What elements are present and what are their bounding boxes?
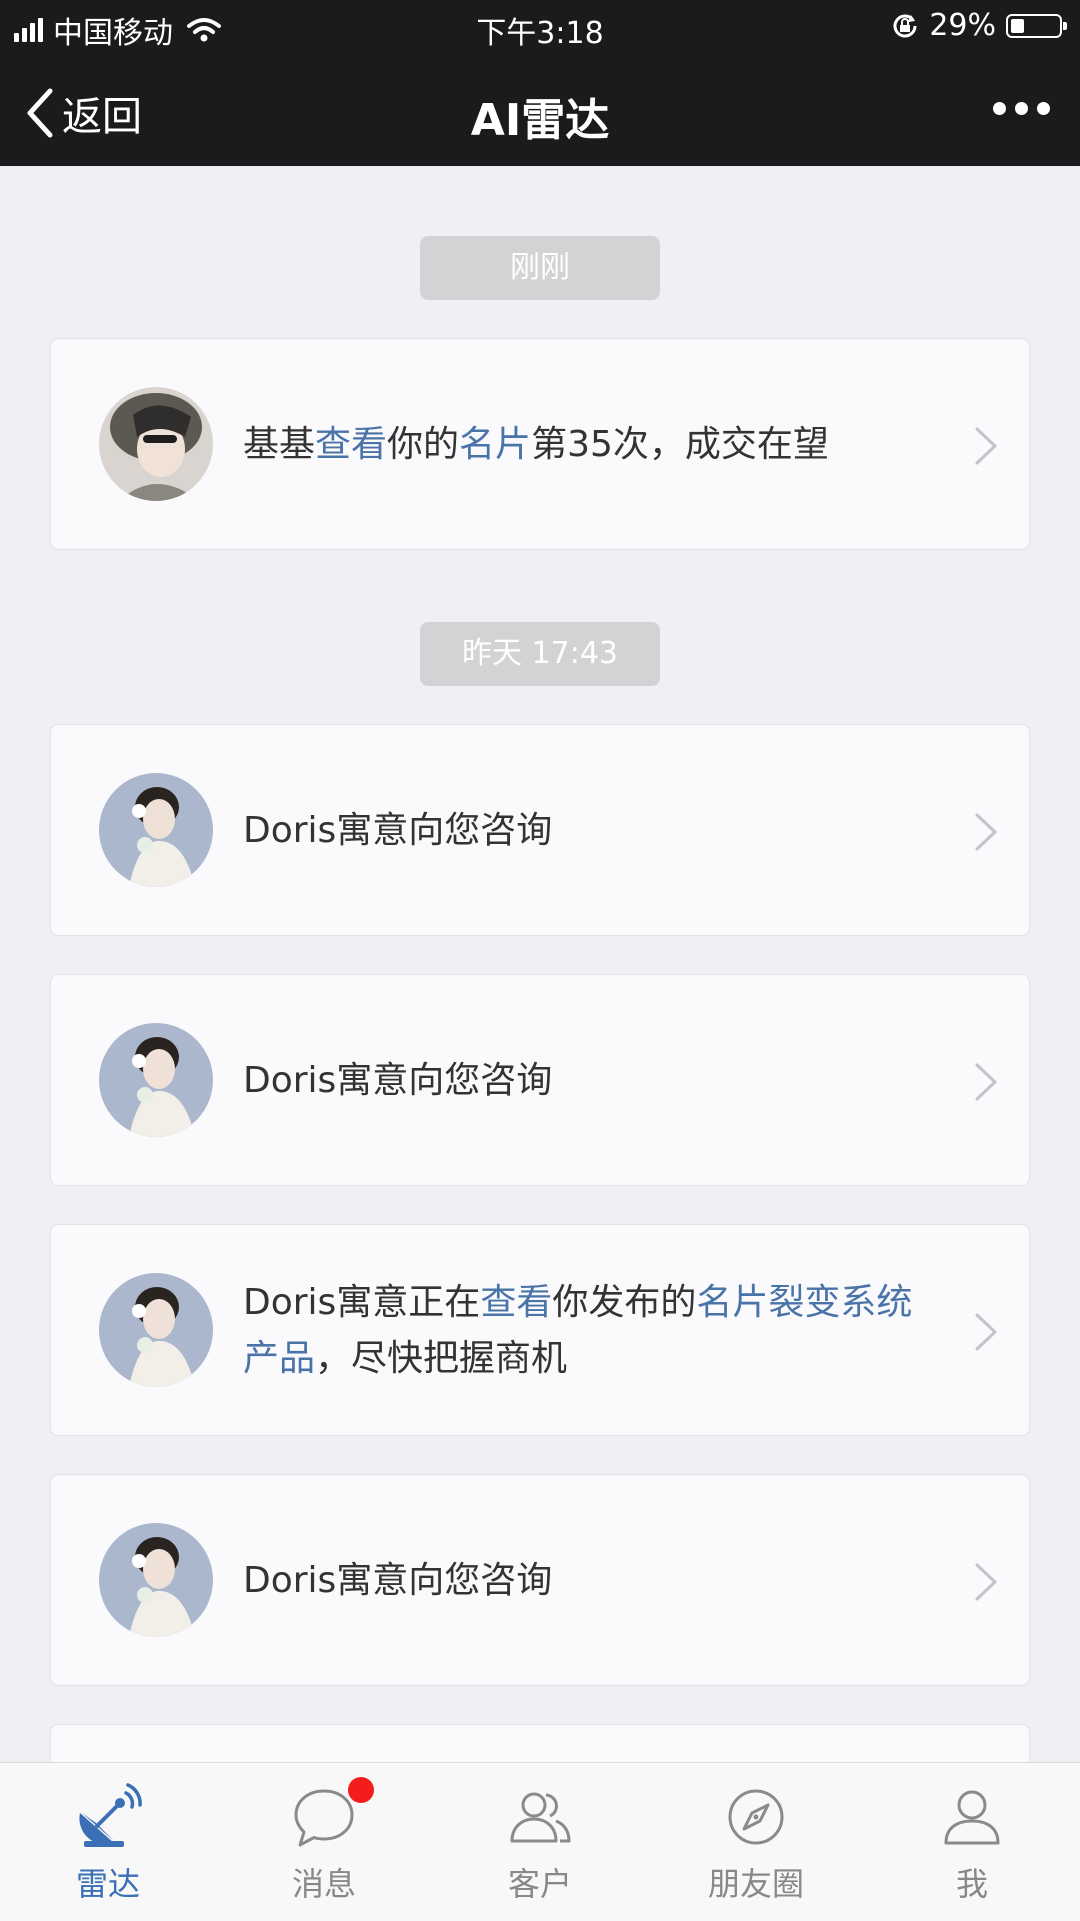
tab-moments[interactable]: 朋友圈: [648, 1763, 864, 1921]
feed-card[interactable]: 基基查看你的名片第35次，成交在望: [50, 338, 1030, 550]
tab-radar[interactable]: 雷达: [0, 1763, 216, 1921]
feed-card[interactable]: Doris寓意向您咨询: [50, 974, 1030, 1186]
feed-card[interactable]: [50, 1724, 1030, 1762]
tab-bar: 雷达 消息 客户 朋友圈 我: [0, 1762, 1080, 1921]
tab-messages[interactable]: 消息: [216, 1763, 432, 1921]
message-segment: 基基: [243, 424, 316, 465]
message-segment: Doris寓意向您咨询: [243, 1060, 553, 1101]
tab-profile[interactable]: 我: [864, 1763, 1080, 1921]
battery-icon: [1006, 13, 1067, 38]
card-message: Doris寓意向您咨询: [243, 1553, 943, 1609]
compass-icon: [728, 1789, 784, 1845]
chevron-right-icon: [975, 813, 997, 851]
timestamp-pill: 昨天 17:43: [420, 622, 660, 686]
chevron-right-icon: [975, 427, 997, 465]
timestamp-pill: 刚刚: [420, 236, 660, 300]
message-link[interactable]: 名片: [459, 424, 531, 465]
status-bar: 中国移动 下午3:18 29%: [0, 0, 1080, 54]
battery-fill: [1011, 18, 1025, 33]
user-avatar-doris: [99, 773, 213, 887]
unread-badge: [348, 1777, 374, 1803]
card-message: 基基查看你的名片第35次，成交在望: [243, 417, 943, 473]
tab-label: 雷达: [75, 1865, 140, 1903]
user-avatar-doris: [99, 1523, 213, 1637]
more-dot: [1015, 102, 1028, 115]
message-segment: 你发布的: [552, 1282, 697, 1323]
feed: 刚刚 基基查看你的名片第35次，成交在望 昨天 17:43 Doris寓意向您咨…: [0, 166, 1080, 1762]
message-segment: Doris寓意向您咨询: [243, 810, 553, 851]
card-message: Doris寓意向您咨询: [243, 803, 943, 859]
rotation-lock-icon: [893, 14, 917, 37]
user-avatar-doris: [99, 1273, 213, 1387]
tab-label: 我: [955, 1865, 988, 1903]
message-segment: Doris寓意正在: [243, 1282, 481, 1323]
message-link[interactable]: 查看: [315, 424, 387, 465]
message-link[interactable]: 查看: [480, 1282, 552, 1323]
tab-label: 消息: [291, 1865, 356, 1903]
card-message: Doris寓意向您咨询: [243, 1053, 943, 1109]
customers-icon: [510, 1792, 571, 1843]
nav-bar: 返回 AI雷达: [0, 54, 1080, 166]
card-message: Doris寓意正在查看你发布的名片裂变系统产品，尽快把握商机: [243, 1275, 943, 1387]
profile-icon: [944, 1790, 1000, 1845]
message-segment: ，尽快把握商机: [315, 1338, 568, 1379]
more-button[interactable]: [993, 102, 1050, 115]
feed-card[interactable]: Doris寓意向您咨询: [50, 724, 1030, 936]
page-title: AI雷达: [470, 95, 610, 146]
status-right: 29%: [891, 8, 1067, 43]
message-segment: 你的: [387, 424, 460, 465]
message-segment: 第35次，成交在望: [531, 424, 829, 465]
feed-card[interactable]: Doris寓意正在查看你发布的名片裂变系统产品，尽快把握商机: [50, 1224, 1030, 1436]
chevron-right-icon: [975, 1063, 997, 1101]
chevron-right-icon: [975, 1313, 997, 1351]
tab-customers[interactable]: 客户: [432, 1763, 648, 1921]
more-dot: [993, 102, 1006, 115]
user-avatar-doris: [99, 1023, 213, 1137]
feed-card[interactable]: Doris寓意向您咨询: [50, 1474, 1030, 1686]
user-avatar-jiji: [99, 387, 213, 501]
tab-label: 客户: [507, 1865, 572, 1903]
battery-percent: 29%: [929, 8, 996, 43]
chevron-right-icon: [975, 1563, 997, 1601]
tab-label: 朋友圈: [707, 1865, 804, 1903]
message-segment: Doris寓意向您咨询: [243, 1560, 553, 1601]
radar-icon: [79, 1783, 142, 1847]
more-dot: [1037, 102, 1050, 115]
